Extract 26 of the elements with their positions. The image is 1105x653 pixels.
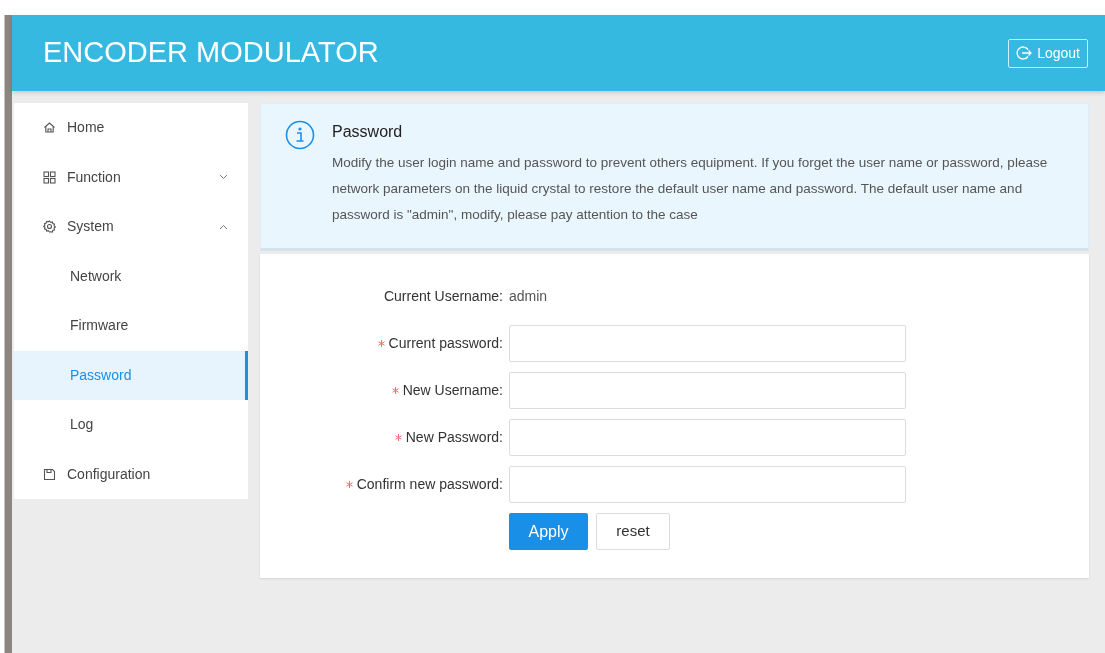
input-field[interactable] [509,466,906,503]
field-value: admin [509,287,548,306]
settings-icon [43,220,56,234]
notice-text: Modify the user login name and password to prevent others equipment. If you forget the user name or password, please network parameters on the liquid crystal to restore the default user name and password. The default user name and password is "admin", modify, please pay attention to the case [332,154,1049,224]
sidebar-item[interactable]: Network [14,251,248,301]
sidebar-item[interactable]: Firmware [14,301,248,351]
sidebar-item[interactable]: Home [14,103,248,153]
field-label: Current Username: [383,287,503,306]
field-label: New Username: [402,381,503,400]
home-icon [43,121,56,135]
field-label: New Password: [405,428,503,447]
input-field[interactable] [509,325,906,362]
notice-title: Password [332,122,404,142]
input-field[interactable] [509,372,906,409]
sidebar-item[interactable]: Log [14,400,248,450]
reset-button[interactable]: reset [596,513,670,550]
app-title: ENCODER MODULATOR [43,35,379,71]
input-field[interactable] [509,419,906,456]
logout-icon [1016,45,1033,61]
sidebar-item[interactable]: Function [14,152,248,202]
info-icon [285,120,315,150]
sidebar-item[interactable]: System [14,202,248,252]
grid-icon [43,170,56,184]
sidebar-item[interactable]: Configuration [14,449,248,499]
field-label: Current password: [388,334,503,353]
field-label: Confirm new password: [356,475,503,494]
